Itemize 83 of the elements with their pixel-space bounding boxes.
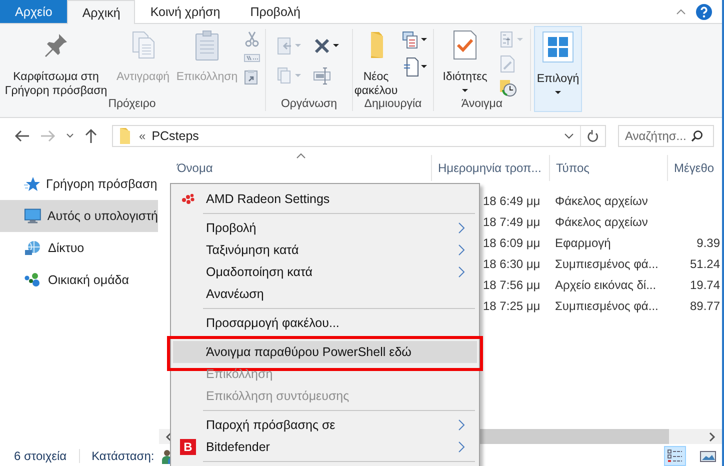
- picture-view-icon: [700, 449, 716, 463]
- sidebar-item[interactable]: Γρήγορη πρόσβαση: [0, 168, 158, 200]
- radeon-icon: [181, 193, 195, 205]
- folder-icon: [370, 31, 382, 59]
- collapse-ribbon-icon[interactable]: [676, 8, 686, 14]
- table-cell: 18 7:25 μμ: [483, 298, 540, 312]
- table-cell: 18 6:30 μμ: [483, 256, 540, 270]
- table-cell: Συμπιεσμένος φά...: [555, 256, 658, 270]
- history-icon[interactable]: [499, 79, 517, 97]
- table-cell: 51.24: [690, 256, 720, 270]
- dropdown-icon[interactable]: [564, 133, 574, 139]
- new-folder-button[interactable]: Νέος φακέλου: [354, 25, 398, 98]
- group-label: Οργάνωση: [280, 98, 338, 112]
- address-bar[interactable]: « PCsteps: [112, 125, 606, 147]
- paste-shortcut-icon[interactable]: [244, 69, 258, 85]
- scroll-right-icon[interactable]: [708, 432, 716, 442]
- table-cell: Φάκελος αρχείων: [555, 214, 648, 228]
- menu-item[interactable]: Άνοιγμα παραθύρου PowerShell εδώ: [173, 341, 477, 363]
- recent-locations-icon[interactable]: [66, 133, 74, 139]
- menu-item[interactable]: Ανανέωση: [173, 283, 477, 305]
- sidebar-item[interactable]: Οικιακή ομάδα: [0, 264, 158, 296]
- delete-icon[interactable]: [313, 37, 341, 55]
- grid-icon: [542, 31, 574, 63]
- group-label: Πρόχειρο: [107, 98, 157, 112]
- star-icon: [24, 176, 40, 192]
- properties-button[interactable]: Ιδιότητες: [435, 25, 495, 93]
- menu-item[interactable]: Παροχή πρόσβασης σε: [173, 414, 477, 436]
- item-count: 6 στοιχεία: [14, 449, 67, 463]
- search-field[interactable]: Αναζήτησ...: [618, 125, 714, 147]
- breadcrumb-overflow[interactable]: «: [139, 129, 146, 143]
- sort-ascending-icon: [296, 153, 306, 159]
- back-icon[interactable]: [14, 129, 30, 143]
- new-item-icon[interactable]: [402, 31, 428, 49]
- table-cell: Συμπιεσμένος φά...: [555, 298, 658, 312]
- group-label: Άνοιγμα: [460, 98, 504, 112]
- help-icon[interactable]: [696, 4, 712, 20]
- column-header[interactable]: Μέγεθο: [667, 155, 722, 181]
- table-cell: 19.74: [690, 278, 720, 292]
- table-cell: 18 6:09 μμ: [483, 236, 540, 250]
- ribbon-tab[interactable]: Αρχική: [67, 0, 136, 24]
- up-icon[interactable]: [84, 128, 98, 144]
- caret-icon: [554, 90, 562, 95]
- table-cell: 18 7:56 μμ: [483, 278, 540, 292]
- table-cell: 18 7:49 μμ: [483, 214, 540, 228]
- menu-item[interactable]: AMD Radeon Settings: [173, 188, 477, 210]
- menu-item[interactable]: Ομαδοποίηση κατά: [173, 261, 477, 283]
- column-header[interactable]: Όνομα: [159, 155, 431, 181]
- ribbon-tab[interactable]: Αρχείο: [0, 0, 68, 23]
- sidebar-item[interactable]: Αυτός ο υπολογιστή: [0, 200, 158, 232]
- homegroup-icon: [24, 272, 42, 288]
- copy-path-icon[interactable]: [244, 53, 260, 63]
- details-icon: [667, 449, 683, 463]
- table-cell: Φάκελος αρχείων: [555, 194, 648, 208]
- select-button[interactable]: Επιλογή: [534, 26, 582, 112]
- breadcrumb-item[interactable]: PCsteps: [152, 129, 199, 143]
- computer-icon: [24, 208, 42, 224]
- table-cell: Εφαρμογή: [555, 236, 611, 250]
- group-label: Δημιουργία: [363, 98, 423, 112]
- folder-icon: [119, 127, 133, 145]
- search-icon: [691, 130, 703, 142]
- refresh-icon[interactable]: [587, 130, 599, 142]
- scroll-left-icon[interactable]: [165, 432, 173, 442]
- network-icon: [24, 240, 42, 256]
- menu-item[interactable]: Προβολή: [173, 217, 477, 239]
- easy-access-icon[interactable]: [402, 57, 428, 77]
- sidebar-item[interactable]: Δίκτυο: [0, 232, 158, 264]
- menu-item[interactable]: Προσαρμογή φακέλου...: [173, 312, 477, 334]
- rename-icon[interactable]: [313, 67, 333, 85]
- ribbon-tab[interactable]: Κοινή χρήση: [135, 0, 236, 23]
- menu-item[interactable]: Ταξινόμηση κατά: [173, 239, 477, 261]
- table-cell: 9.39: [696, 236, 720, 250]
- caret-icon: [461, 88, 469, 93]
- app-badge-icon: B: [180, 439, 196, 455]
- column-header[interactable]: Τύπος: [549, 155, 667, 181]
- ribbon-tab[interactable]: Προβολή: [235, 0, 316, 23]
- column-header[interactable]: Ημερομηνία τροπ...: [431, 155, 549, 181]
- pin-button[interactable]: Καρφίτσωμα στη Γρήγορη πρόσβαση: [0, 25, 112, 98]
- table-cell: 89.77: [690, 298, 720, 312]
- details-view-button[interactable]: [664, 446, 686, 466]
- table-cell: Αρχείο εικόνας δί...: [555, 278, 656, 292]
- table-cell: 18 6:49 μμ: [483, 194, 540, 208]
- status-label: Κατάσταση:: [92, 449, 154, 463]
- menu-item[interactable]: B Bitdefender: [173, 436, 477, 458]
